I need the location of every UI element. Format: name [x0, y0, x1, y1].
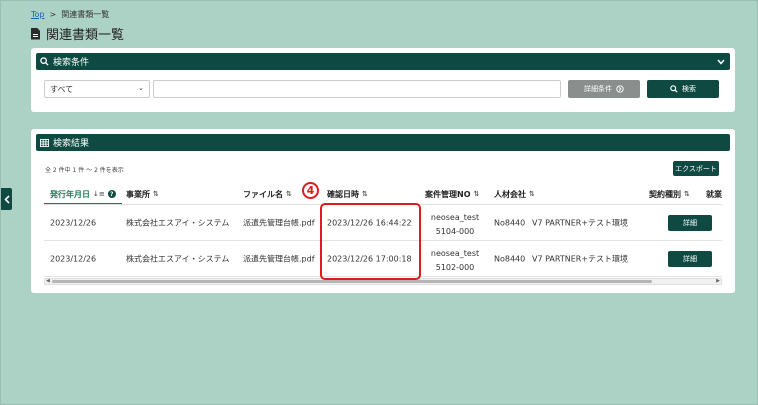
column-header-issue-date[interactable]: 発行年月日 ↓≡ ?: [50, 184, 116, 204]
results-panel-header: 検索結果: [36, 134, 730, 151]
search-icon: [40, 57, 49, 66]
results-panel-title: 検索結果: [53, 139, 90, 149]
row-detail-button[interactable]: 詳細: [668, 215, 712, 231]
cell-agency-name: V7 PARTNER+テスト環境: [532, 254, 629, 263]
search-input[interactable]: [153, 80, 561, 98]
column-header-case-no[interactable]: 案件管理NO ⇅: [425, 184, 479, 204]
category-select-value: すべて: [50, 85, 74, 94]
annotation-highlight-box: [320, 203, 421, 280]
cell-agency-name: V7 PARTNER+テスト環境: [532, 218, 629, 227]
search-button-label: 検索: [682, 85, 696, 93]
column-header-employment[interactable]: 就業: [706, 184, 722, 204]
cell-office: 株式会社エスアイ・システム: [126, 254, 230, 263]
cell-agency-no: No8440: [494, 218, 526, 227]
cell-case-no: neosea_test 5102-000: [430, 249, 480, 272]
breadcrumb: Top > 関連書類一覧: [31, 9, 109, 20]
column-header-file-name[interactable]: ファイル名 ⇅: [243, 184, 292, 204]
annotation-step-badge: 4: [302, 182, 319, 199]
page-title-text: 関連書類一覧: [46, 28, 125, 43]
sort-icon: ⇅: [286, 190, 292, 198]
cell-file-name: 派遣先管理台帳.pdf: [243, 254, 315, 263]
detail-conditions-button[interactable]: 詳細条件: [568, 80, 640, 98]
scrollbar-thumb[interactable]: [52, 280, 652, 283]
search-button[interactable]: 検索: [647, 80, 719, 98]
sort-icon: ⇅: [529, 190, 535, 198]
chevron-down-icon[interactable]: [716, 57, 726, 67]
column-header-confirmed-at[interactable]: 確認日時 ⇅: [327, 184, 368, 204]
chevron-left-icon: [3, 194, 10, 204]
page-title: 関連書類一覧: [31, 24, 124, 43]
breadcrumb-current: 関連書類一覧: [61, 10, 110, 19]
sort-icon: ⇅: [362, 190, 368, 198]
column-header-agency[interactable]: 人材会社 ⇅: [494, 184, 535, 204]
scroll-right-icon[interactable]: ▶: [716, 278, 720, 284]
cell-file-name: 派遣先管理台帳.pdf: [243, 218, 315, 227]
breadcrumb-separator: >: [49, 10, 57, 19]
export-button[interactable]: エクスポート: [673, 161, 719, 176]
table-icon: [40, 138, 49, 147]
sort-icon: ⇅: [473, 190, 480, 198]
column-header-office[interactable]: 事業所 ⇅: [126, 184, 159, 204]
column-header-contract-type[interactable]: 契約種別 ⇅: [649, 184, 690, 204]
circle-arrow-icon: [616, 85, 624, 93]
search-icon: [670, 85, 678, 93]
select-arrow-icon: ⌄: [138, 84, 144, 92]
help-icon[interactable]: ?: [107, 190, 116, 198]
cell-issue-date: 2023/12/26: [50, 254, 97, 263]
row-detail-button[interactable]: 詳細: [668, 251, 712, 267]
search-panel-header[interactable]: 検索条件: [36, 53, 730, 70]
detail-conditions-label: 詳細条件: [584, 85, 612, 93]
search-panel-title: 検索条件: [53, 58, 90, 68]
sort-desc-icon: ↓≡: [93, 190, 105, 198]
sidebar-toggle-button[interactable]: [1, 188, 12, 210]
search-panel: 検索条件 すべて ⌄ 詳細条件 検索: [31, 48, 735, 112]
result-count: 全 2 件中 1 件 ～ 2 件を表示: [45, 167, 124, 174]
cell-agency-no: No8440: [494, 254, 526, 263]
breadcrumb-top-link[interactable]: Top: [31, 10, 45, 19]
sort-icon: ⇅: [153, 190, 159, 198]
cell-case-no: neosea_test 5104-000: [430, 213, 480, 236]
category-select[interactable]: すべて ⌄: [44, 80, 150, 98]
scroll-left-icon[interactable]: ◀: [46, 278, 50, 284]
sort-icon: ⇅: [684, 190, 690, 198]
cell-issue-date: 2023/12/26: [50, 218, 97, 227]
document-icon: [31, 27, 40, 40]
cell-office: 株式会社エスアイ・システム: [126, 218, 230, 227]
